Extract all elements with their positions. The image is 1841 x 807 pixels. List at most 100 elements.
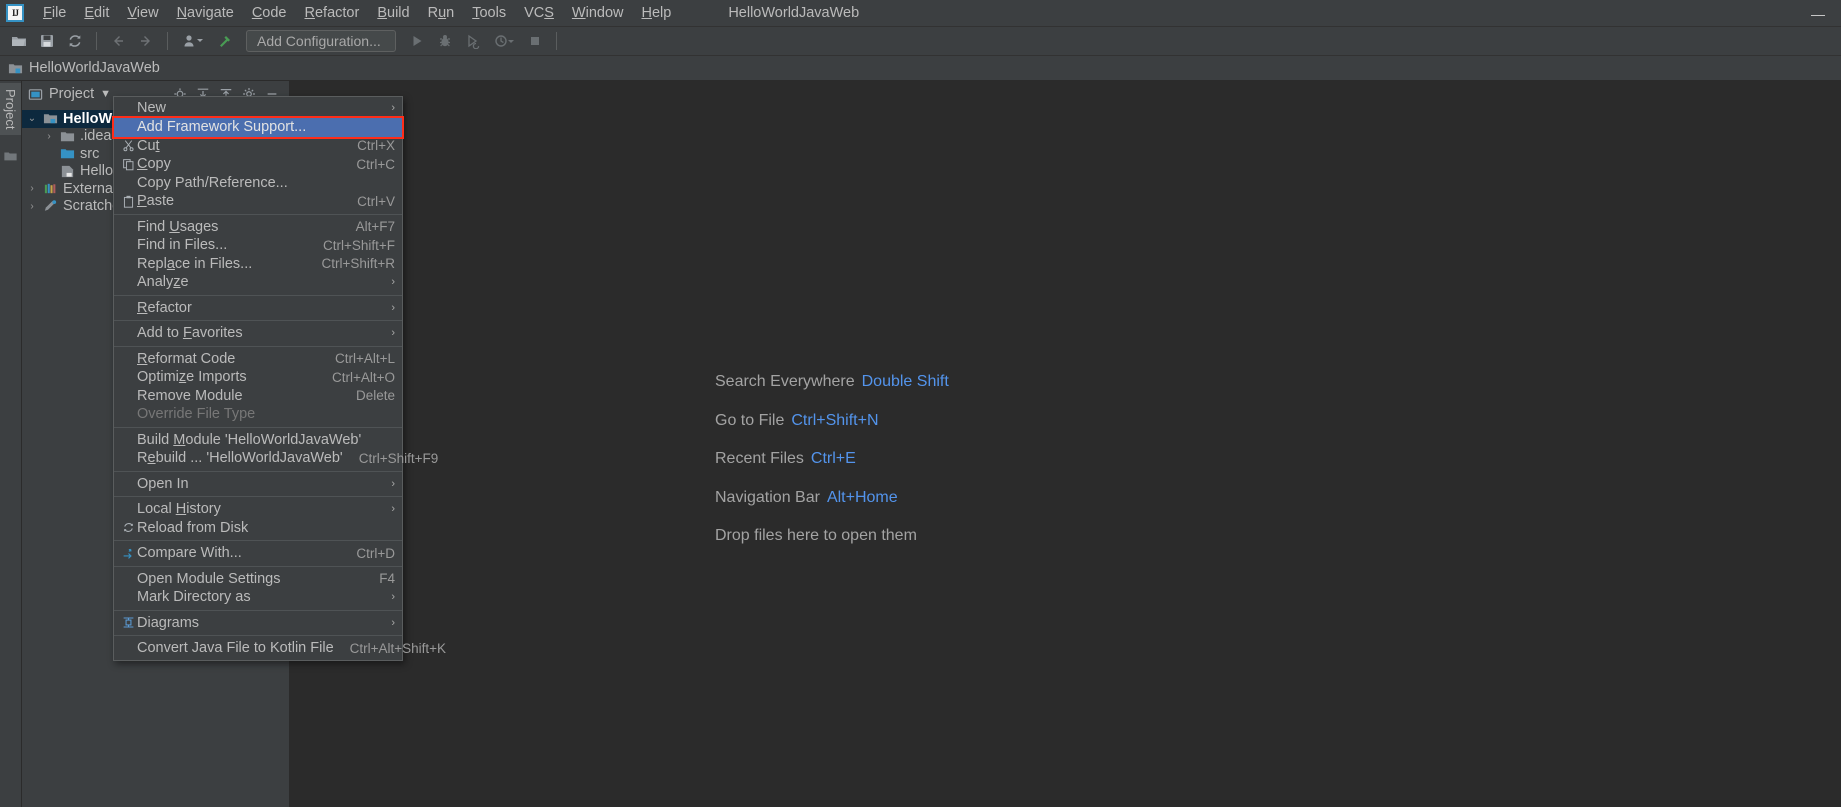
tree-expand-arrow-icon[interactable]: › bbox=[43, 131, 55, 142]
context-menu-separator bbox=[114, 213, 402, 215]
submenu-chevron-icon: › bbox=[391, 503, 395, 516]
context-menu-item-optimize-imports[interactable]: Optimize Imports Ctrl+Alt+O bbox=[114, 368, 402, 387]
context-menu-item-shortcut: Ctrl+X bbox=[357, 138, 395, 154]
run-coverage-icon[interactable] bbox=[460, 29, 486, 53]
context-menu-item-local-history[interactable]: Local History › bbox=[114, 500, 402, 519]
context-menu-item-shortcut: Ctrl+C bbox=[356, 156, 395, 172]
stop-square-icon[interactable] bbox=[522, 29, 548, 53]
iml-file-icon bbox=[60, 164, 75, 179]
tree-expand-arrow-icon[interactable]: ⌄ bbox=[26, 113, 38, 124]
context-menu-item-new[interactable]: New › bbox=[114, 99, 402, 118]
context-menu-item-copy[interactable]: Copy Ctrl+C bbox=[114, 155, 402, 174]
context-menu-item-build-module-helloworldjavaweb[interactable]: Build Module 'HelloWorldJavaWeb' bbox=[114, 431, 402, 450]
context-menu-item-shortcut: Delete bbox=[355, 388, 395, 404]
context-menu-item-label: Open Module Settings bbox=[137, 570, 281, 587]
menu-file[interactable]: File bbox=[34, 2, 75, 24]
menu-window[interactable]: Window bbox=[563, 2, 633, 24]
window-title: HelloWorldJavaWeb bbox=[728, 5, 860, 21]
vcs-update-icon[interactable] bbox=[176, 29, 210, 53]
context-menu-item-add-to-favorites[interactable]: Add to Favorites › bbox=[114, 324, 402, 343]
context-menu-item-label: Cut bbox=[137, 137, 160, 154]
context-menu-item-open-module-settings[interactable]: Open Module Settings F4 bbox=[114, 570, 402, 589]
arrow-left-icon[interactable] bbox=[105, 29, 131, 53]
context-menu-item-rebuild-helloworldjavaweb[interactable]: Rebuild ... 'HelloWorldJavaWeb' Ctrl+Shif… bbox=[114, 449, 438, 468]
submenu-chevron-icon: › bbox=[391, 102, 395, 115]
context-menu-item-label: Mark Directory as bbox=[137, 589, 251, 606]
folder-open-icon[interactable] bbox=[6, 29, 32, 53]
menu-code[interactable]: Code bbox=[243, 2, 296, 24]
chevron-down-icon[interactable]: ▼ bbox=[100, 88, 111, 100]
context-menu-item-add-framework-support[interactable]: Add Framework Support... bbox=[112, 115, 404, 139]
editor-hints-list: Search Everywhere Double Shift Go to File C… bbox=[715, 373, 949, 545]
context-menu-item-override-file-type: Override File Type bbox=[114, 405, 402, 424]
context-menu-item-compare-with[interactable]: Compare With... Ctrl+D bbox=[114, 544, 402, 563]
context-menu-item-label: Compare With... bbox=[137, 545, 242, 562]
context-menu-item-label: Refactor bbox=[137, 299, 192, 316]
refresh-icon[interactable] bbox=[62, 29, 88, 53]
context-menu-item-open-in[interactable]: Open In › bbox=[114, 475, 402, 494]
build-hammer-icon[interactable] bbox=[212, 29, 238, 53]
context-menu-item-label: Reformat Code bbox=[137, 350, 236, 367]
tree-expand-arrow-icon[interactable]: › bbox=[26, 201, 38, 212]
context-menu-item-label: Rebuild ... 'HelloWorldJavaWeb' bbox=[137, 450, 343, 467]
menu-navigate[interactable]: Navigate bbox=[168, 2, 243, 24]
context-menu-item-convert-java-file-to-kotlin-file[interactable]: Convert Java File to Kotlin File Ctrl+Alt… bbox=[114, 639, 446, 658]
context-menu-item-paste[interactable]: Paste Ctrl+V bbox=[114, 192, 402, 211]
project-context-menu: New › Add Framework Support... Cut Ctrl+X Cop… bbox=[112, 96, 446, 661]
debug-bug-icon[interactable] bbox=[432, 29, 458, 53]
context-menu-separator bbox=[114, 540, 402, 541]
reload-icon bbox=[120, 521, 137, 534]
context-menu-item-label: Find Usages bbox=[137, 218, 219, 235]
context-menu-item-replace-in-files[interactable]: Replace in Files... Ctrl+Shift+R bbox=[114, 255, 402, 274]
context-menu-item-label: Local History bbox=[137, 501, 221, 518]
submenu-chevron-icon: › bbox=[391, 591, 395, 604]
context-menu-item-find-usages[interactable]: Find Usages Alt+F7 bbox=[114, 218, 402, 237]
menu-view[interactable]: View bbox=[118, 2, 167, 24]
profiler-icon[interactable] bbox=[488, 29, 520, 53]
menu-tools[interactable]: Tools bbox=[463, 2, 515, 24]
context-menu-item-analyze[interactable]: Analyze › bbox=[114, 273, 402, 292]
tree-expand-arrow-icon[interactable]: › bbox=[26, 183, 38, 194]
context-menu-item-diagrams[interactable]: Diagrams › bbox=[114, 614, 402, 633]
context-menu-item-mark-directory-as[interactable]: Mark Directory as › bbox=[114, 588, 402, 607]
context-menu-item-label: Replace in Files... bbox=[137, 255, 253, 272]
context-menu-item-label: Remove Module bbox=[137, 387, 243, 404]
editor-hint-row: Go to File Ctrl+Shift+N bbox=[715, 412, 949, 430]
context-menu-item-label: Copy Path/Reference... bbox=[137, 174, 288, 191]
context-menu-separator bbox=[114, 609, 402, 611]
menu-run[interactable]: Run bbox=[419, 2, 464, 24]
minimize-button[interactable]: — bbox=[1795, 0, 1841, 27]
context-menu-item-refactor[interactable]: Refactor › bbox=[114, 299, 402, 318]
tree-item-label: .idea bbox=[80, 128, 112, 145]
context-menu-item-shortcut: Ctrl+Shift+R bbox=[321, 256, 395, 272]
project-panel-title[interactable]: Project bbox=[49, 86, 94, 102]
context-menu-item-cut[interactable]: Cut Ctrl+X bbox=[114, 137, 402, 156]
menu-help[interactable]: Help bbox=[632, 2, 680, 24]
arrow-right-icon[interactable] bbox=[133, 29, 159, 53]
context-menu-item-reformat-code[interactable]: Reformat Code Ctrl+Alt+L bbox=[114, 350, 402, 369]
menu-edit[interactable]: Edit bbox=[75, 2, 118, 24]
editor-hint-label: Navigation Bar bbox=[715, 488, 820, 506]
context-menu-item-label: Add Framework Support... bbox=[137, 119, 307, 135]
context-menu-item-remove-module[interactable]: Remove Module Delete bbox=[114, 387, 402, 406]
run-play-icon[interactable] bbox=[404, 29, 430, 53]
editor-hint-label: Drop files here to open them bbox=[715, 527, 917, 544]
tool-window-tab-project[interactable]: Project bbox=[0, 83, 21, 136]
structure-icon[interactable] bbox=[0, 149, 21, 163]
editor-hint-label: Search Everywhere bbox=[715, 373, 855, 390]
context-menu-item-copy-path-reference[interactable]: Copy Path/Reference... bbox=[114, 174, 402, 193]
context-menu-item-find-in-files[interactable]: Find in Files... Ctrl+Shift+F bbox=[114, 236, 402, 255]
run-configuration-selector[interactable]: Add Configuration... bbox=[246, 30, 396, 52]
context-menu-item-shortcut: Ctrl+Alt+L bbox=[334, 351, 395, 367]
left-tool-strip: Project bbox=[0, 81, 22, 807]
menu-refactor[interactable]: Refactor bbox=[296, 2, 369, 24]
menu-bar-items: File Edit View Navigate Code Refactor Build Run… bbox=[34, 2, 680, 24]
navigation-bar: HelloWorldJavaWeb bbox=[0, 56, 1841, 81]
menu-vcs[interactable]: VCS bbox=[515, 2, 563, 24]
save-icon[interactable] bbox=[34, 29, 60, 53]
menu-build[interactable]: Build bbox=[368, 2, 418, 24]
project-view-icon bbox=[28, 87, 43, 102]
submenu-chevron-icon: › bbox=[391, 327, 395, 340]
context-menu-item-reload-from-disk[interactable]: Reload from Disk bbox=[114, 519, 402, 538]
navbar-project-label[interactable]: HelloWorldJavaWeb bbox=[29, 60, 160, 76]
